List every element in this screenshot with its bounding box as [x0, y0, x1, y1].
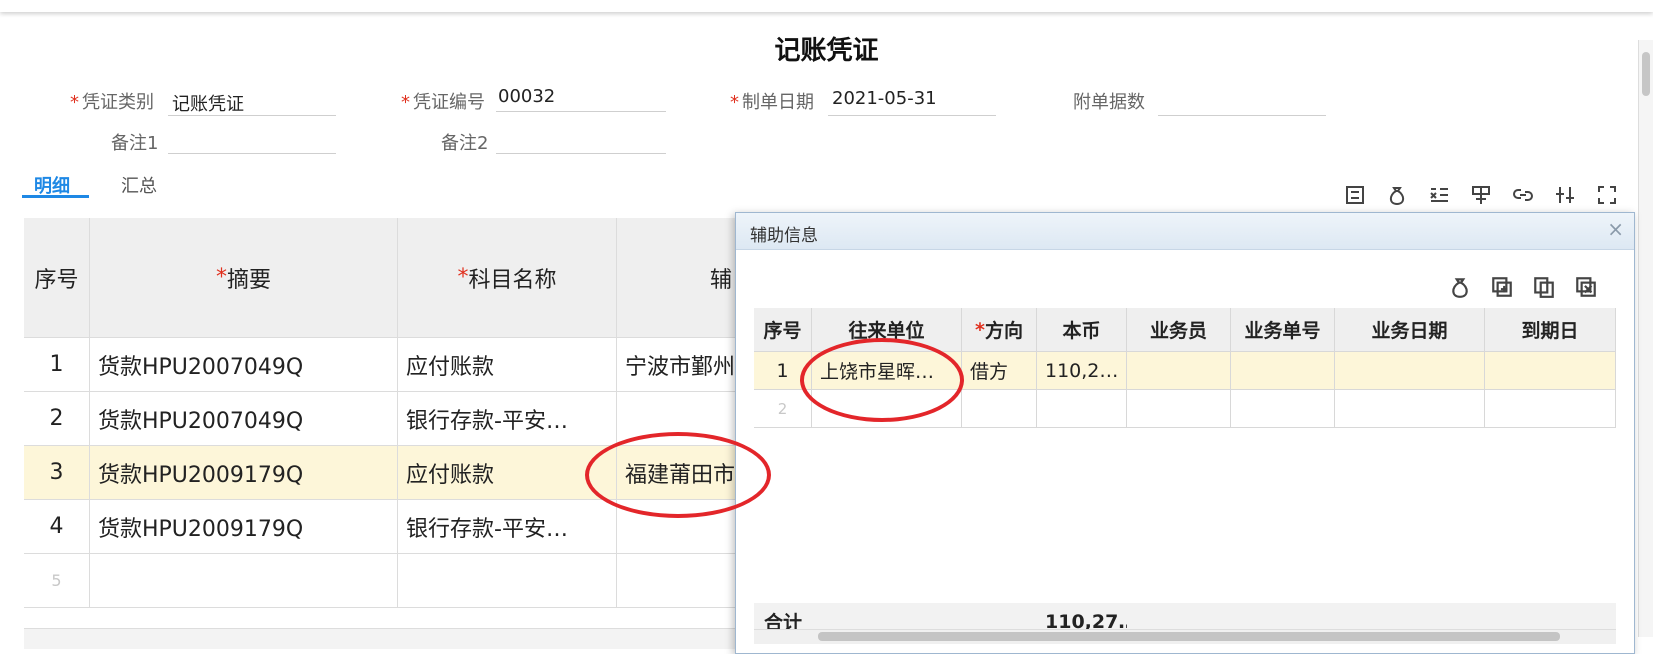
grid-cell-summary[interactable]: 货款HPU2009179Q — [90, 500, 398, 554]
voucher-no-value[interactable]: 00032 — [498, 86, 555, 107]
fullscreen-icon[interactable] — [1596, 184, 1618, 206]
grid-cell-seq[interactable]: 3 — [24, 446, 90, 500]
page-title: 记账凭证 — [774, 36, 879, 66]
list-edit-icon[interactable] — [1428, 184, 1450, 206]
attach-count-input[interactable] — [1158, 115, 1326, 116]
merge-icon[interactable] — [1470, 184, 1492, 206]
remark1-input[interactable] — [168, 153, 336, 154]
tab-summary[interactable]: 汇总 — [121, 172, 157, 198]
grid-cell-account[interactable]: 应付账款 — [398, 338, 617, 392]
grid-cell-summary[interactable]: 货款HPU2007049Q — [90, 338, 398, 392]
delete-icon[interactable] — [1574, 275, 1598, 299]
remark2-input[interactable] — [496, 153, 666, 154]
required-mark: * — [70, 92, 79, 113]
required-mark: * — [975, 318, 985, 341]
date-label: * 制单日期 — [730, 92, 814, 113]
voucher-no-label: * 凭证编号 — [401, 92, 485, 113]
grid-cell-summary[interactable]: 货款HPU2007049Q — [90, 392, 398, 446]
grid-header-seq: 序号 — [24, 218, 90, 338]
annotation-circle — [800, 338, 964, 422]
aux-cell-dir[interactable] — [962, 390, 1037, 428]
aux-cell-biz_date[interactable] — [1335, 352, 1485, 390]
aux-header-biz_date: 业务日期 — [1335, 308, 1485, 352]
aux-cell-due[interactable] — [1485, 390, 1616, 428]
voucher-type-label: * 凭证类别 — [70, 92, 154, 113]
date-value[interactable]: 2021-05-31 — [832, 88, 937, 109]
aux-header-staff: 业务员 — [1127, 308, 1231, 352]
grid-header-aux: 辅 — [617, 218, 737, 338]
aux-header-amount: 本币 — [1037, 308, 1127, 352]
money-bag-icon[interactable] — [1386, 184, 1408, 206]
attach-count-label: 附单据数 — [1073, 92, 1145, 113]
adjust-icon[interactable] — [1554, 184, 1576, 206]
add-row-icon[interactable] — [1490, 275, 1514, 299]
aux-cell-due[interactable] — [1485, 352, 1616, 390]
grid-cell-aux[interactable] — [617, 554, 737, 608]
aux-header-biz_no: 业务单号 — [1231, 308, 1335, 352]
top-bar — [0, 0, 1653, 12]
aux-header-dir: * 方向 — [962, 308, 1037, 352]
grid-cell-account[interactable]: 银行存款-平安… — [398, 392, 617, 446]
grid-cell-account[interactable] — [398, 554, 617, 608]
close-icon[interactable]: × — [1607, 217, 1624, 241]
grid-cell-seq[interactable]: 4 — [24, 500, 90, 554]
dialog-title-bar[interactable]: 辅助信息 × — [736, 213, 1634, 250]
voucher-no-input[interactable] — [496, 111, 666, 112]
required-mark: * — [457, 265, 469, 290]
page-scrollbar[interactable] — [1638, 40, 1653, 637]
grid-cell-seq[interactable]: 5 — [24, 554, 90, 608]
remark1-label: 备注1 — [111, 133, 159, 154]
grid-cell-account[interactable]: 银行存款-平安… — [398, 500, 617, 554]
aux-cell-dir[interactable]: 借方 — [962, 352, 1037, 390]
auxiliary-info-dialog: 辅助信息 × 序号 1 2 合计 往来单位 上饶市星晖… * 方向 借方 本币 110,2… 110,… — [735, 212, 1635, 654]
copy-icon[interactable] — [1532, 275, 1556, 299]
voucher-type-input[interactable] — [168, 115, 336, 116]
money-bag-icon[interactable] — [1448, 275, 1472, 299]
tab-underline — [22, 195, 89, 198]
aux-cell-seq[interactable]: 2 — [754, 390, 812, 428]
required-mark: * — [401, 92, 410, 113]
aux-cell-amount[interactable] — [1037, 390, 1127, 428]
grid-header-summary: * 摘要 — [90, 218, 398, 338]
aux-header-due: 到期日 — [1485, 308, 1616, 352]
link-icon[interactable] — [1512, 184, 1534, 206]
grid-cell-summary[interactable]: 货款HPU2009179Q — [90, 446, 398, 500]
aux-cell-biz_no[interactable] — [1231, 390, 1335, 428]
annotation-circle — [585, 432, 771, 518]
aux-cell-biz_no[interactable] — [1231, 352, 1335, 390]
grid-cell-seq[interactable]: 2 — [24, 392, 90, 446]
required-mark: * — [730, 92, 739, 113]
aux-cell-staff[interactable] — [1127, 390, 1231, 428]
grid-cell-aux[interactable]: 宁波市鄞州 — [617, 338, 737, 392]
aux-header-seq: 序号 — [754, 308, 812, 352]
page-scrollbar-thumb[interactable] — [1642, 52, 1650, 96]
aux-cell-staff[interactable] — [1127, 352, 1231, 390]
align-icon[interactable] — [1344, 184, 1366, 206]
aux-cell-biz_date[interactable] — [1335, 390, 1485, 428]
remark2-label: 备注2 — [441, 133, 489, 154]
dialog-title: 辅助信息 — [750, 226, 818, 246]
voucher-type-value[interactable]: 记账凭证 — [172, 90, 244, 116]
required-mark: * — [215, 265, 227, 290]
aux-cell-amount[interactable]: 110,2… — [1037, 352, 1127, 390]
grid-footer-row — [24, 628, 737, 649]
grid-cell-summary[interactable] — [90, 554, 398, 608]
grid-header-account: * 科目名称 — [398, 218, 617, 338]
grid-cell-seq[interactable]: 1 — [24, 338, 90, 392]
date-input[interactable] — [828, 115, 996, 116]
